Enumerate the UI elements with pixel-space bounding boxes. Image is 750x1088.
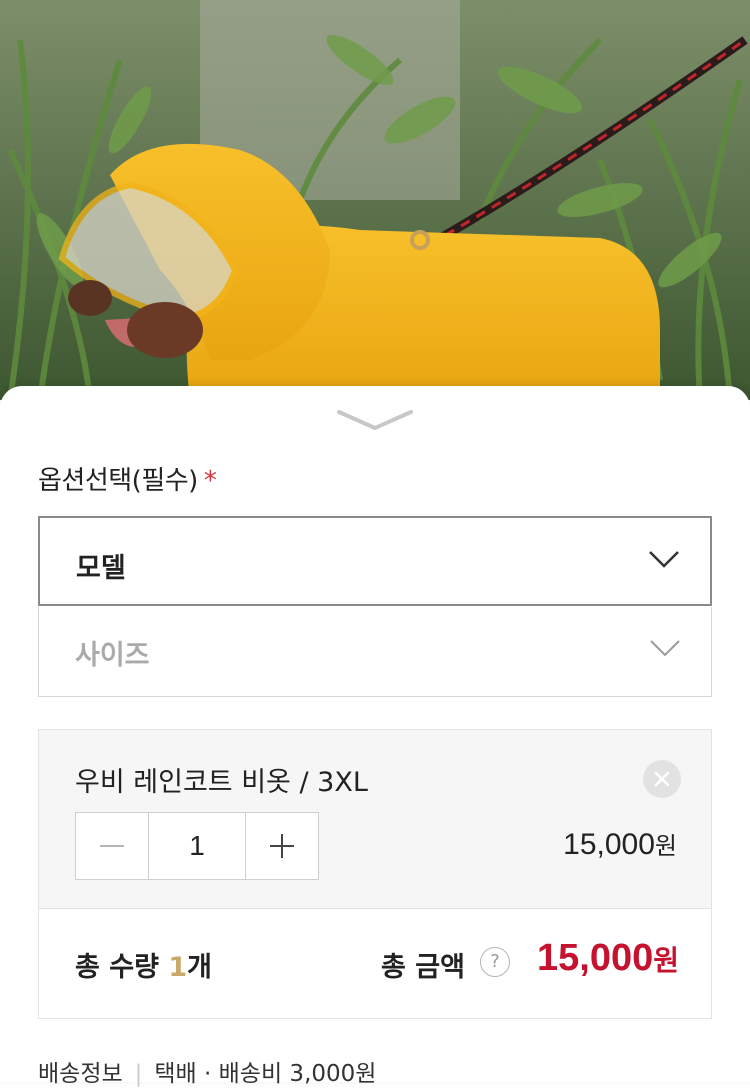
close-icon	[654, 771, 670, 787]
selected-item-card: 우비 레인코트 비옷 / 3XL 1 15,000원 총 수량 1개 총 금액 …	[38, 729, 712, 1019]
shipping-label: 배송정보	[38, 1061, 123, 1087]
increase-quantity-button[interactable]	[246, 813, 318, 879]
shipping-info: 배송정보 | 택배 · 배송비 3,000원	[38, 1054, 376, 1088]
totals-row: 총 수량 1개 총 금액 ? 15,000원	[39, 909, 711, 1018]
product-photo	[0, 0, 750, 400]
shipping-method: 택배 · 배송비 3,000원	[154, 1061, 377, 1087]
minus-icon	[100, 845, 124, 847]
size-select-label: 사이즈	[75, 640, 150, 671]
size-select[interactable]: 사이즈	[38, 607, 712, 697]
total-amount-value: 15,000	[537, 937, 654, 979]
total-amount-label: 총 금액	[381, 952, 465, 983]
item-price-unit: 원	[654, 832, 677, 860]
options-title: 옵션선택(필수) *	[38, 460, 217, 497]
model-select[interactable]: 모델	[38, 516, 712, 606]
total-quantity-value: 1	[168, 952, 188, 983]
chevron-down-icon[interactable]	[335, 406, 415, 434]
collapse-handle[interactable]	[335, 406, 415, 434]
quantity-stepper: 1	[75, 812, 319, 880]
plus-icon	[270, 834, 294, 858]
total-amount: 15,000원	[537, 937, 679, 980]
total-amount-unit: 원	[653, 944, 679, 977]
chevron-down-icon	[649, 551, 679, 568]
options-title-text: 옵션선택(필수)	[38, 466, 198, 496]
total-quantity-prefix: 총 수량	[75, 952, 169, 983]
shipping-separator: |	[134, 1061, 143, 1087]
required-mark: *	[203, 466, 217, 496]
total-quantity-suffix: 개	[187, 952, 212, 983]
option-bottom-sheet: 옵션선택(필수) * 모델 사이즈 우비 레인코트 비옷 / 3XL 1 15,…	[0, 386, 750, 1087]
decrease-quantity-button[interactable]	[76, 813, 148, 879]
model-select-label: 모델	[76, 553, 126, 584]
chevron-down-icon	[650, 640, 680, 657]
quantity-value[interactable]: 1	[148, 813, 246, 879]
help-icon[interactable]: ?	[480, 947, 510, 977]
selected-item-name: 우비 레인코트 비옷 / 3XL	[75, 767, 368, 798]
item-price: 15,000원	[563, 826, 677, 862]
total-quantity: 총 수량 1개	[75, 945, 212, 984]
item-price-value: 15,000	[563, 828, 655, 861]
remove-item-button[interactable]	[643, 760, 681, 798]
dog-in-yellow-raincoat-photo	[0, 0, 750, 400]
